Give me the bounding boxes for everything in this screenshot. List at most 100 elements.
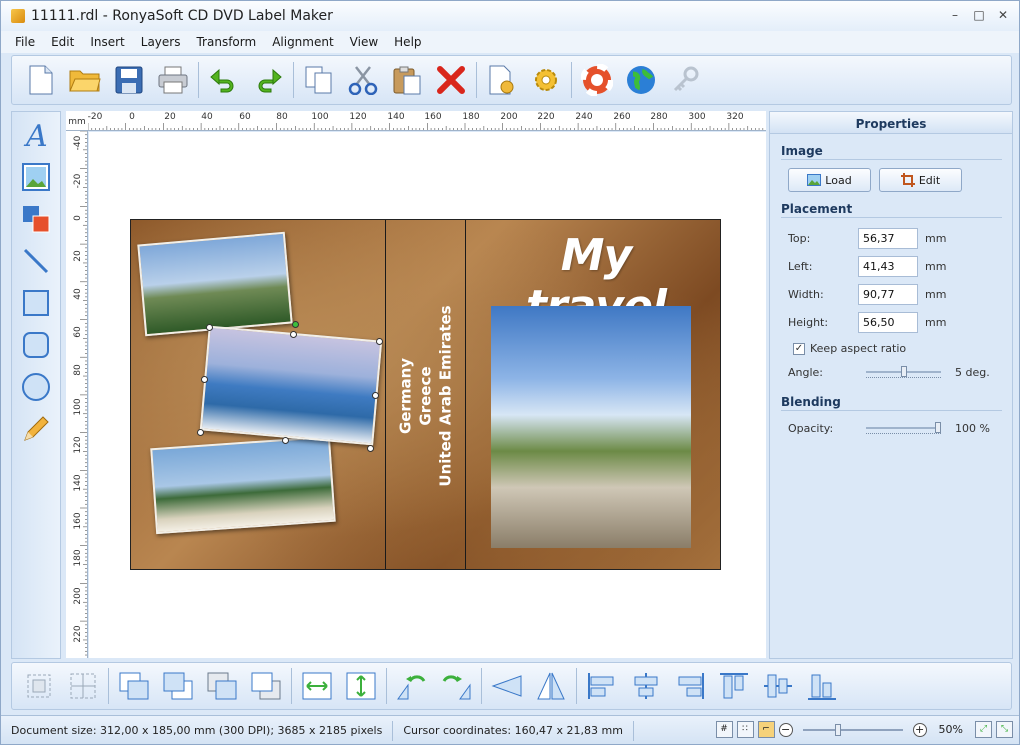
resize-handle[interactable]: [282, 437, 289, 444]
group-button[interactable]: [20, 668, 58, 704]
rectangle-tool-button[interactable]: [19, 286, 53, 320]
copy-button[interactable]: [300, 61, 338, 99]
angle-slider-thumb[interactable]: [900, 366, 907, 377]
design-canvas[interactable]: Germany Greece United Arab Emirates My t…: [89, 132, 766, 658]
jeep-photo[interactable]: [491, 306, 691, 548]
rotate-left-button[interactable]: [393, 668, 431, 704]
menu-insert[interactable]: Insert: [82, 31, 132, 53]
bring-forward-button[interactable]: [203, 668, 241, 704]
zoom-slider-thumb[interactable]: [835, 723, 842, 736]
pencil-tool-button[interactable]: [19, 412, 53, 446]
send-to-back-button[interactable]: [159, 668, 197, 704]
menu-view[interactable]: View: [342, 31, 386, 53]
register-button[interactable]: [666, 61, 704, 99]
new-button[interactable]: [22, 61, 60, 99]
resize-handle[interactable]: [197, 429, 204, 436]
opacity-slider[interactable]: [866, 421, 941, 435]
angle-slider[interactable]: [866, 365, 941, 379]
dotted-grid-toggle-icon[interactable]: ∷: [736, 721, 754, 738]
resize-handle[interactable]: [376, 338, 383, 345]
menu-help[interactable]: Help: [386, 31, 429, 53]
image-icon: [807, 174, 822, 186]
resize-handle[interactable]: [201, 376, 208, 383]
align-middle-button[interactable]: [759, 668, 797, 704]
send-backward-button[interactable]: [247, 668, 285, 704]
ungroup-button[interactable]: [64, 668, 102, 704]
rounded-rectangle-tool-button[interactable]: [19, 328, 53, 362]
fit-page-icon[interactable]: ⤢: [975, 721, 992, 738]
flip-horizontal-button[interactable]: [488, 668, 526, 704]
undo-icon: [210, 68, 234, 93]
top-field[interactable]: 56,37: [858, 227, 918, 249]
ruler-label: 80: [276, 112, 288, 122]
santorini-photo-selected[interactable]: [199, 325, 383, 446]
zoom-in-icon[interactable]: +: [912, 722, 927, 737]
castle-photo[interactable]: [137, 231, 293, 337]
zoom-slider[interactable]: [802, 723, 903, 736]
spine-text[interactable]: Germany Greece United Arab Emirates: [386, 220, 466, 569]
opacity-slider-thumb[interactable]: [935, 422, 941, 433]
pencil-tool-icon: [24, 416, 49, 441]
menu-edit[interactable]: Edit: [43, 31, 82, 53]
load-image-button[interactable]: Load: [788, 168, 871, 192]
align-right-icon: [678, 673, 704, 699]
resize-handle[interactable]: [367, 445, 374, 452]
menu-transform[interactable]: Transform: [188, 31, 264, 53]
resize-handle[interactable]: [206, 324, 213, 331]
grid-toggle-icon[interactable]: #: [715, 721, 733, 738]
fit-height-button[interactable]: [342, 668, 380, 704]
align-left-button[interactable]: [583, 668, 621, 704]
status-bar: Document size: 312,00 x 185,00 mm (300 D…: [1, 715, 1019, 744]
bring-to-front-button[interactable]: [115, 668, 153, 704]
minimize-button[interactable]: –: [943, 6, 967, 24]
paste-button[interactable]: [388, 61, 426, 99]
align-top-button[interactable]: [715, 668, 753, 704]
save-button[interactable]: [110, 61, 148, 99]
keep-aspect-ratio-row[interactable]: ✓ Keep aspect ratio: [793, 342, 1012, 355]
fit-width-button[interactable]: [298, 668, 336, 704]
align-bottom-button[interactable]: [803, 668, 841, 704]
settings-button[interactable]: [527, 61, 565, 99]
resize-handle[interactable]: [290, 331, 297, 338]
zoom-out-icon[interactable]: −: [778, 722, 793, 737]
menu-file[interactable]: File: [7, 31, 43, 53]
palm-beach-photo[interactable]: [150, 435, 336, 535]
align-right-button[interactable]: [671, 668, 709, 704]
ruler-label: 260: [613, 112, 631, 122]
redo-button[interactable]: [249, 61, 287, 99]
ellipse-tool-button[interactable]: [19, 370, 53, 404]
load-label: Load: [825, 173, 852, 187]
height-field[interactable]: 56,50: [858, 311, 918, 333]
rotate-right-button[interactable]: [437, 668, 475, 704]
close-button[interactable]: ✕: [991, 6, 1015, 24]
page-setup-button[interactable]: [483, 61, 521, 99]
ruler-toggle-icon[interactable]: ⌐: [757, 721, 775, 738]
ruler-label: 180: [73, 549, 83, 567]
align-center-button[interactable]: [627, 668, 665, 704]
open-button[interactable]: [66, 61, 104, 99]
rotate-handle[interactable]: [292, 321, 299, 328]
edit-image-button[interactable]: Edit: [879, 168, 962, 192]
resize-handle[interactable]: [372, 392, 379, 399]
ruler-label: 140: [387, 112, 405, 122]
ruler-label: -40: [73, 135, 83, 151]
menu-alignment[interactable]: Alignment: [264, 31, 341, 53]
keep-aspect-checkbox[interactable]: ✓: [793, 342, 805, 355]
text-tool-button[interactable]: A: [19, 118, 53, 152]
print-button[interactable]: [154, 61, 192, 99]
dvd-cover-label[interactable]: Germany Greece United Arab Emirates My t…: [130, 219, 721, 570]
line-tool-button[interactable]: [19, 244, 53, 278]
width-field[interactable]: 90,77: [858, 283, 918, 305]
delete-button[interactable]: [432, 61, 470, 99]
undo-button[interactable]: [205, 61, 243, 99]
image-tool-button[interactable]: [19, 160, 53, 194]
left-field[interactable]: 41,43: [858, 255, 918, 277]
menu-layers[interactable]: Layers: [133, 31, 189, 53]
actual-size-icon[interactable]: ⤡: [996, 721, 1013, 738]
layers-tool-button[interactable]: [19, 202, 53, 236]
help-button[interactable]: [578, 61, 616, 99]
maximize-button[interactable]: □: [967, 6, 991, 24]
web-button[interactable]: [622, 61, 660, 99]
cut-button[interactable]: [344, 61, 382, 99]
flip-vertical-button[interactable]: [532, 668, 570, 704]
